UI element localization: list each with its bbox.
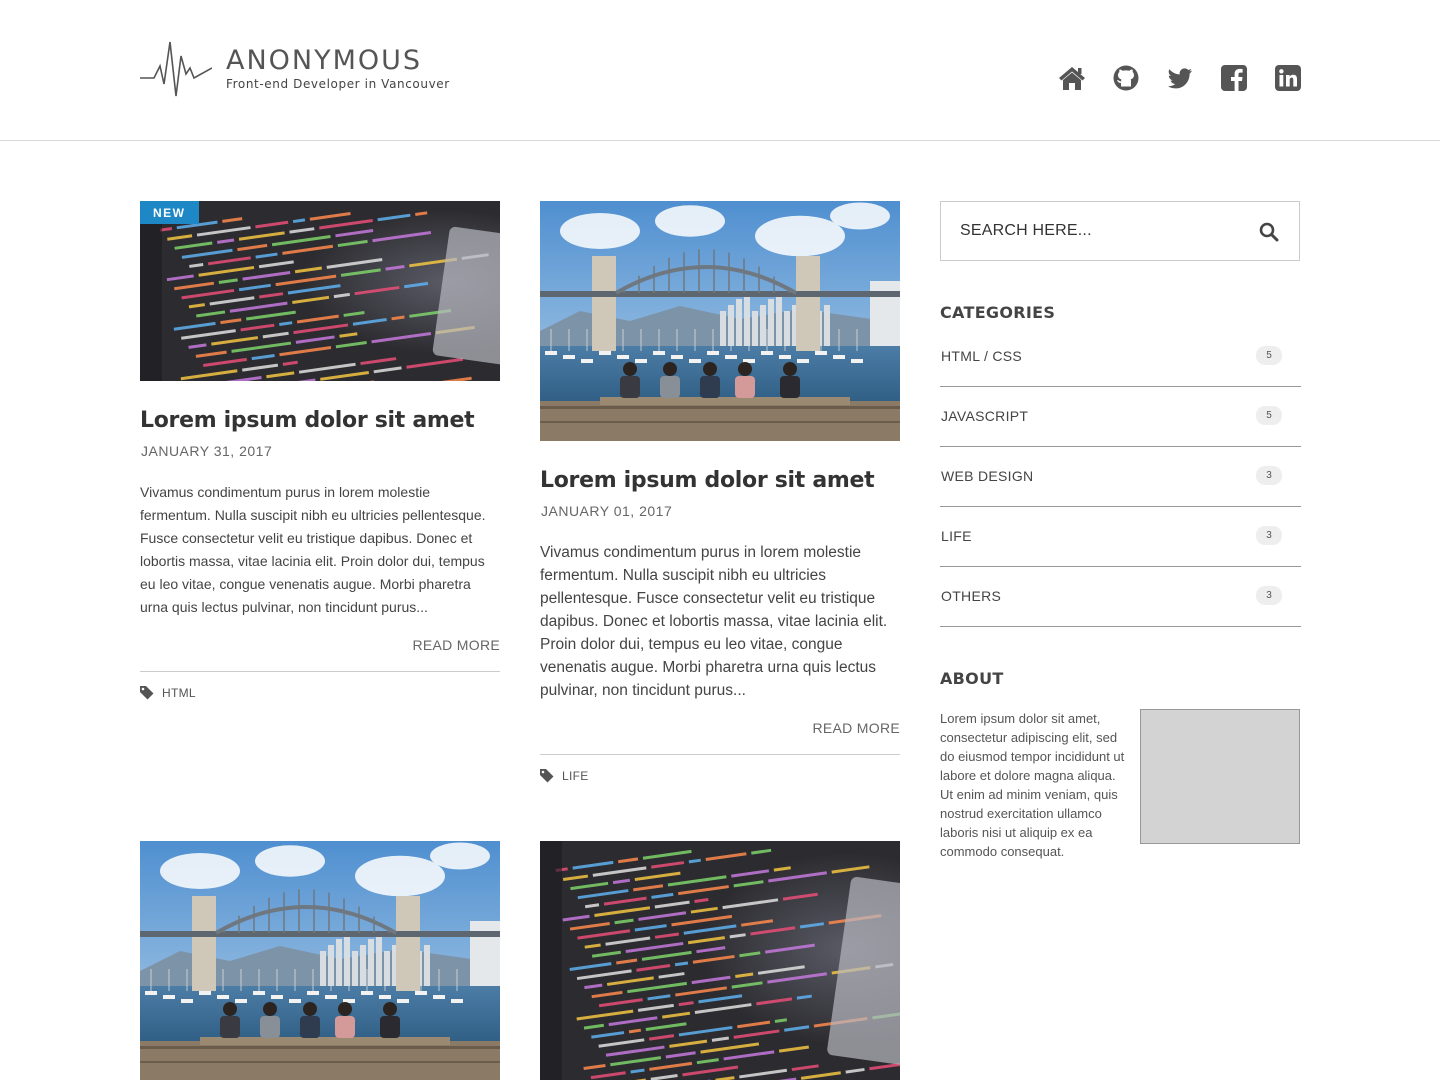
- category-item[interactable]: WEB DESIGN 3: [940, 447, 1301, 507]
- twitter-icon: [1167, 68, 1192, 89]
- twitter-link[interactable]: [1166, 64, 1194, 92]
- category-count-badge: 3: [1256, 526, 1282, 545]
- category-count-badge: 5: [1256, 346, 1282, 365]
- code-screen-image: [540, 841, 900, 1080]
- search-input[interactable]: [941, 202, 1241, 260]
- category-name: HTML / CSS: [941, 347, 1023, 364]
- tag-icon: [140, 686, 154, 700]
- linkedin-icon: [1275, 65, 1301, 91]
- about-heading: ABOUT: [940, 669, 1004, 688]
- category-item[interactable]: JAVASCRIPT 5: [940, 387, 1301, 447]
- search-box: [940, 201, 1300, 261]
- tag-link[interactable]: LIFE: [562, 769, 589, 783]
- category-name: WEB DESIGN: [941, 467, 1034, 484]
- read-more-link[interactable]: READ MORE: [140, 637, 500, 653]
- facebook-link[interactable]: [1220, 64, 1248, 92]
- post-date: JANUARY 01, 2017: [541, 503, 673, 519]
- post-excerpt: Vivamus condimentum purus in lorem moles…: [140, 484, 486, 615]
- post-excerpt: Vivamus condimentum purus in lorem moles…: [540, 544, 888, 699]
- category-count-badge: 5: [1256, 406, 1282, 425]
- site-header: ANONYMOUS Front-end Developer in Vancouv…: [0, 0, 1440, 141]
- post-card: [540, 841, 900, 1080]
- site-name: ANONYMOUS: [226, 45, 423, 76]
- categories-heading: CATEGORIES: [940, 303, 1056, 322]
- facebook-icon: [1221, 65, 1247, 91]
- about-text: Lorem ipsum dolor sit amet, consectetur …: [940, 711, 1125, 859]
- heartbeat-logo-icon: [140, 41, 212, 97]
- post-thumbnail[interactable]: [140, 841, 500, 1080]
- category-name: JAVASCRIPT: [941, 407, 1029, 424]
- github-icon: [1113, 65, 1139, 91]
- post-card: NEW Lorem ipsum dolor sit amet JANUARY 3…: [140, 201, 500, 700]
- site-tagline: Front-end Developer in Vancouver: [226, 77, 450, 91]
- post-tags: HTML: [140, 671, 500, 700]
- about-photo-placeholder: [1140, 709, 1300, 844]
- post-tags: LIFE: [540, 754, 900, 783]
- social-nav: [1058, 64, 1302, 92]
- tag-icon: [540, 769, 554, 783]
- site-logo[interactable]: ANONYMOUS Front-end Developer in Vancouv…: [140, 38, 450, 100]
- category-list: HTML / CSS 5 JAVASCRIPT 5 WEB DESIGN 3 L…: [940, 327, 1301, 627]
- category-name: OTHERS: [941, 587, 1002, 604]
- category-item[interactable]: OTHERS 3: [940, 567, 1301, 627]
- category-name: LIFE: [941, 527, 972, 544]
- github-link[interactable]: [1112, 64, 1140, 92]
- tag-link[interactable]: HTML: [162, 686, 196, 700]
- search-icon[interactable]: [1259, 222, 1279, 242]
- post-title[interactable]: Lorem ipsum dolor sit amet: [540, 468, 900, 493]
- category-count-badge: 3: [1256, 586, 1282, 605]
- new-badge: NEW: [140, 201, 199, 224]
- post-thumbnail[interactable]: [540, 841, 900, 1080]
- post-date: JANUARY 31, 2017: [141, 443, 273, 459]
- post-thumbnail[interactable]: [540, 201, 900, 441]
- category-item[interactable]: LIFE 3: [940, 507, 1301, 567]
- bridge-photo-image: [540, 201, 900, 441]
- home-link[interactable]: [1058, 64, 1086, 92]
- post-card: Lorem ipsum dolor sit amet JANUARY 01, 2…: [540, 201, 900, 783]
- category-count-badge: 3: [1256, 466, 1282, 485]
- post-thumbnail[interactable]: NEW: [140, 201, 500, 381]
- bridge-photo-image: [140, 841, 500, 1080]
- code-screen-image: [140, 201, 500, 381]
- home-icon: [1059, 67, 1085, 90]
- linkedin-link[interactable]: [1274, 64, 1302, 92]
- read-more-link[interactable]: READ MORE: [540, 720, 900, 736]
- category-item[interactable]: HTML / CSS 5: [940, 327, 1301, 387]
- post-card: [140, 841, 500, 1080]
- post-title[interactable]: Lorem ipsum dolor sit amet: [140, 408, 500, 433]
